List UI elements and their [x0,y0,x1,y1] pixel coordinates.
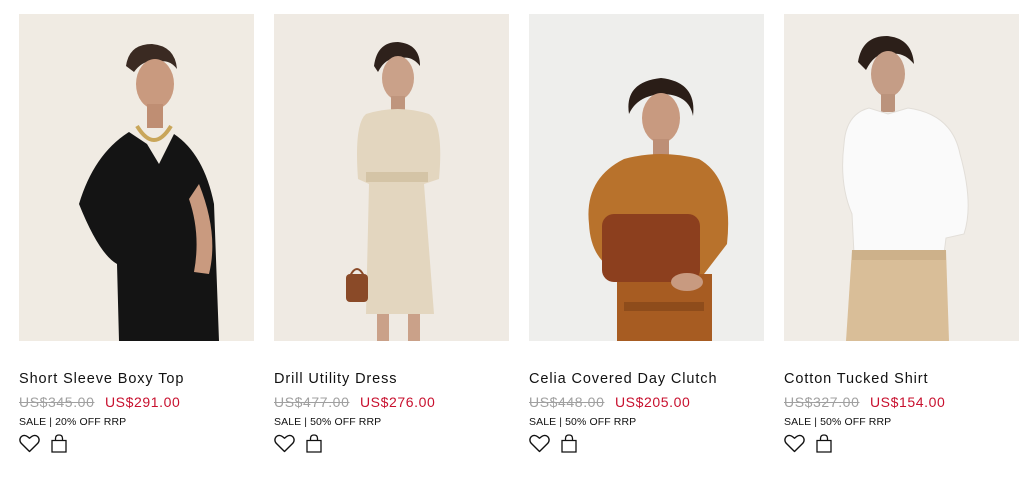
product-name[interactable]: Short Sleeve Boxy Top [19,371,254,388]
sale-badge: SALE | 20% OFF RRP [19,416,127,428]
product-image[interactable] [274,14,509,341]
original-price: US$477.00 [274,394,350,410]
product-name[interactable]: Celia Covered Day Clutch [529,371,764,388]
product-name[interactable]: Cotton Tucked Shirt [784,371,1019,388]
shopping-bag-icon[interactable] [816,433,832,453]
sale-price: US$205.00 [614,394,691,410]
price-row: US$448.00 US$205.00 [529,394,764,411]
price-row: US$477.00 US$276.00 [274,394,509,411]
product-actions [784,432,1019,454]
original-price: US$345.00 [19,394,95,410]
sale-price: US$276.00 [359,394,436,410]
product-actions [529,432,764,454]
product-card[interactable]: Drill Utility Dress US$477.00 US$276.00 … [274,14,509,454]
product-card[interactable]: Celia Covered Day Clutch US$448.00 US$20… [529,14,764,454]
heart-icon[interactable] [784,434,805,453]
product-image[interactable] [529,14,764,341]
original-price: US$448.00 [529,394,605,410]
sale-badge: SALE | 50% OFF RRP [784,416,892,428]
product-name[interactable]: Drill Utility Dress [274,371,509,388]
product-card[interactable]: Short Sleeve Boxy Top US$345.00 US$291.0… [19,14,254,454]
price-row: US$345.00 US$291.00 [19,394,254,411]
heart-icon[interactable] [274,434,295,453]
shopping-bag-icon[interactable] [561,433,577,453]
sale-price: US$154.00 [869,394,946,410]
sale-price: US$291.00 [104,394,181,410]
shopping-bag-icon[interactable] [51,433,67,453]
sale-badge: SALE | 50% OFF RRP [529,416,637,428]
product-image[interactable] [784,14,1019,341]
heart-icon[interactable] [529,434,550,453]
price-row: US$327.00 US$154.00 [784,394,1019,411]
product-card[interactable]: Cotton Tucked Shirt US$327.00 US$154.00 … [784,14,1019,454]
product-grid: Short Sleeve Boxy Top US$345.00 US$291.0… [19,14,1019,454]
original-price: US$327.00 [784,394,860,410]
product-actions [274,432,509,454]
sale-badge: SALE | 50% OFF RRP [274,416,382,428]
shopping-bag-icon[interactable] [306,433,322,453]
product-image[interactable] [19,14,254,341]
product-actions [19,432,254,454]
heart-icon[interactable] [19,434,40,453]
